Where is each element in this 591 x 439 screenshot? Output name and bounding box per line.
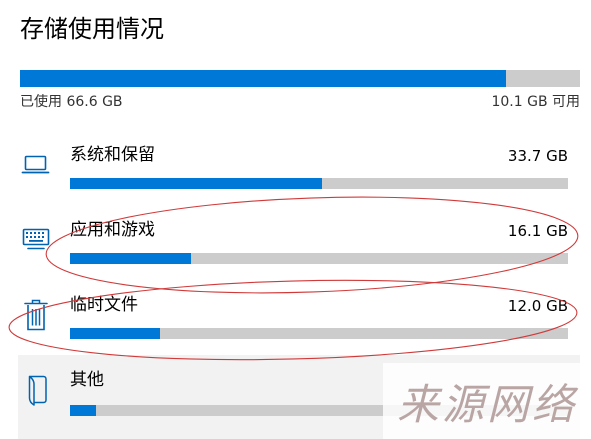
category-label: 其他 — [70, 370, 104, 390]
laptop-icon — [21, 155, 50, 174]
category-size: 16.1 GB — [507, 222, 568, 240]
category-usage-bar-fill — [70, 178, 322, 189]
document-icon — [28, 375, 47, 406]
overall-storage-bar-fill — [20, 70, 507, 87]
used-space-label: 已使用 66.6 GB — [20, 94, 123, 110]
category-apps-games[interactable]: 应用和游戏 16.1 GB — [18, 205, 580, 280]
category-usage-bar-fill — [70, 253, 191, 264]
category-usage-bar — [70, 178, 568, 189]
category-usage-bar — [70, 253, 568, 264]
watermark: 来源网络 — [383, 363, 591, 439]
category-label: 应用和游戏 — [70, 220, 155, 240]
category-system-reserved[interactable]: 系统和保留 33.7 GB — [18, 130, 580, 205]
keyboard-icon — [22, 228, 50, 250]
category-label: 临时文件 — [70, 295, 138, 315]
category-label: 系统和保留 — [70, 145, 155, 165]
category-usage-bar-fill — [70, 328, 160, 339]
category-size: 12.0 GB — [507, 297, 568, 315]
category-size: 33.7 GB — [507, 147, 568, 165]
page-title: 存储使用情况 — [20, 15, 164, 43]
trash-icon — [24, 299, 48, 331]
category-usage-bar — [70, 328, 568, 339]
free-space-label: 10.1 GB 可用 — [491, 94, 580, 110]
category-temporary-files[interactable]: 临时文件 12.0 GB — [18, 280, 580, 355]
overall-storage-bar — [20, 70, 580, 87]
category-usage-bar-fill — [70, 405, 96, 416]
